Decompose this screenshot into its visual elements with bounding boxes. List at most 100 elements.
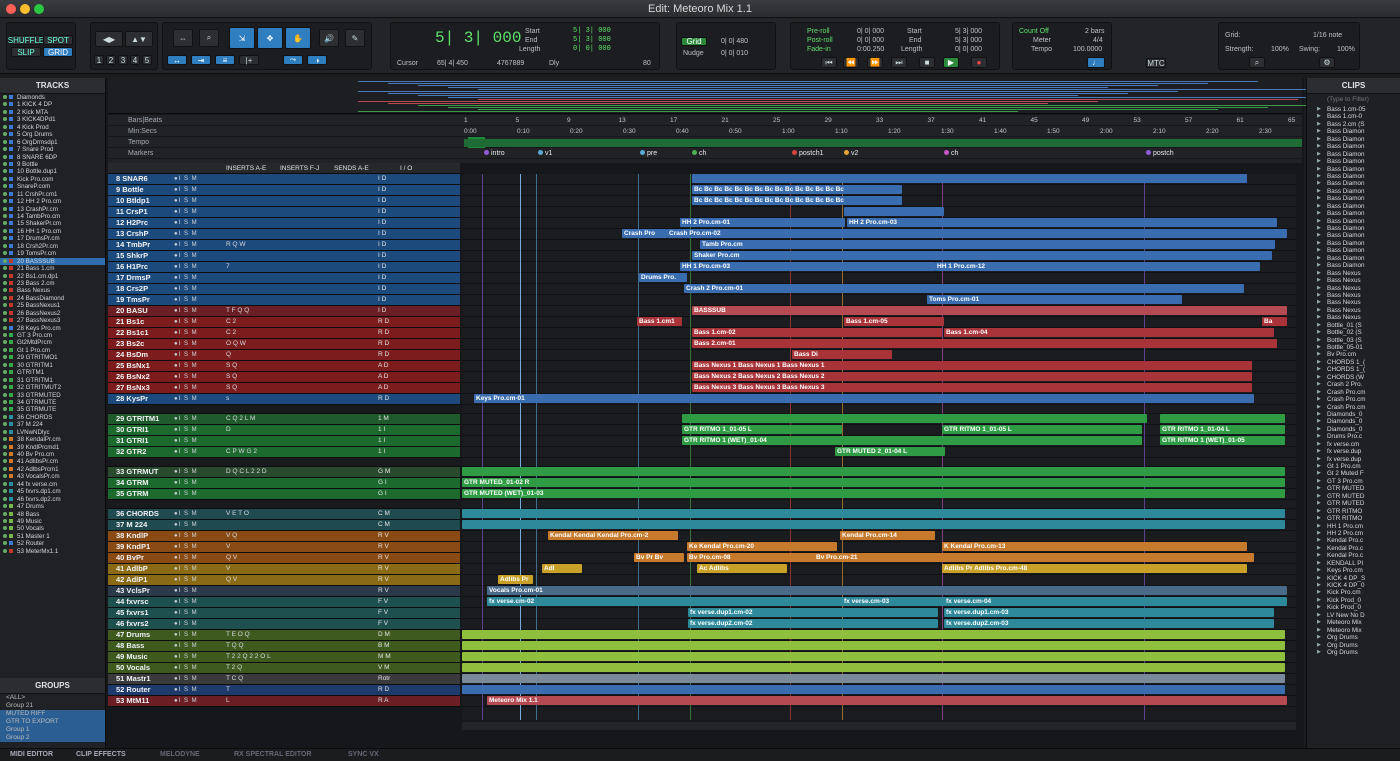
clip-list-item[interactable]: Kick Pro.cm: [1307, 589, 1400, 596]
track-record-solo-mute-buttons[interactable]: ●I S M: [174, 630, 198, 640]
track-header[interactable]: 51 Mastr1 ●I S M T C Q Rotr: [108, 674, 460, 685]
track-header[interactable]: 36 CHORDS ●I S M V E T O C M: [108, 509, 460, 520]
track-visible-icon[interactable]: [3, 295, 7, 300]
marker[interactable]: postch: [1146, 148, 1174, 159]
audio-clip[interactable]: BASSSUB: [692, 306, 1287, 315]
audio-clip[interactable]: Ac Adlibs: [697, 564, 787, 573]
play-button[interactable]: ▶: [943, 57, 959, 68]
track-visible-icon[interactable]: [3, 228, 7, 233]
track-visible-icon[interactable]: [3, 347, 7, 352]
audio-clip[interactable]: Vocals Pro.cm-01: [487, 586, 1287, 595]
track-header[interactable]: 32 GTR2 ●I S M C P W G 2 1 I: [108, 447, 460, 458]
horizontal-scrollbar[interactable]: [462, 722, 1296, 730]
track-visible-icon[interactable]: [3, 355, 7, 360]
track-name[interactable]: 41 AdlbP: [116, 564, 148, 574]
track-visible-icon[interactable]: [3, 474, 7, 479]
clip-list-item[interactable]: Diamonds_0: [1307, 418, 1400, 425]
marker[interactable]: v2: [844, 148, 858, 159]
audio-clip[interactable]: HH 2 Pro.cm-01: [680, 218, 845, 227]
track-record-solo-mute-buttons[interactable]: ●I S M: [174, 652, 198, 662]
clip-list-item[interactable]: Bass Diamon: [1307, 195, 1400, 202]
track-header[interactable]: 47 Drums ●I S M T E O Q D M: [108, 630, 460, 641]
stop-button[interactable]: ■: [919, 57, 935, 68]
link-icon[interactable]: ↔: [167, 55, 187, 65]
clip-list-item[interactable]: CHORDS 1_(: [1307, 366, 1400, 373]
track-record-solo-mute-buttons[interactable]: ●I S M: [174, 185, 198, 195]
audio-clip[interactable]: Bass 1.cm1: [637, 317, 682, 326]
track-record-solo-mute-buttons[interactable]: ●I S M: [174, 361, 198, 371]
audio-clip[interactable]: Bass Di: [792, 350, 892, 359]
audio-clip[interactable]: Ke Kendal Pro.cm-20: [687, 542, 837, 551]
track-record-solo-mute-buttons[interactable]: ●I S M: [174, 564, 198, 574]
track-io[interactable]: I D: [378, 185, 386, 195]
track-io[interactable]: R V: [378, 575, 389, 585]
track-list-item[interactable]: 27 BassNexus3: [0, 317, 105, 324]
clip-list-item[interactable]: Org Drums: [1307, 649, 1400, 656]
audio-clip[interactable]: [682, 414, 1147, 423]
track-inserts[interactable]: Q V: [226, 553, 237, 563]
track-header[interactable]: 13 CrshP ●I S M I D: [108, 229, 460, 240]
track-record-solo-mute-buttons[interactable]: ●I S M: [174, 425, 198, 435]
track-io[interactable]: R D: [378, 339, 389, 349]
clip-list-item[interactable]: Bass Nexus: [1307, 270, 1400, 277]
track-visible-icon[interactable]: [3, 333, 7, 337]
mtc-button[interactable]: MTC: [1146, 58, 1166, 68]
insertion-follows-icon[interactable]: |+: [239, 55, 259, 65]
track-io[interactable]: G M: [378, 467, 390, 477]
clip-list-item[interactable]: Bass Diamon: [1307, 225, 1400, 232]
track-visible-icon[interactable]: [3, 518, 7, 523]
track-io[interactable]: R V: [378, 553, 389, 563]
track-header[interactable]: 53 MtM11 ●I S M L R A: [108, 696, 460, 707]
track-io[interactable]: G I: [378, 489, 387, 499]
marker[interactable]: pre: [640, 148, 657, 159]
audio-clip[interactable]: GTR RITMO 1_01-05 L: [942, 425, 1142, 434]
audio-clip[interactable]: Bv Pr Bv: [634, 553, 684, 562]
audio-clip[interactable]: Crash Pro: [622, 229, 667, 238]
track-record-solo-mute-buttons[interactable]: ●I S M: [174, 674, 198, 684]
fast-forward-button[interactable]: ⏩: [867, 57, 883, 68]
track-visible-icon[interactable]: [3, 362, 7, 367]
track-visible-icon[interactable]: [3, 258, 7, 263]
track-visible-icon[interactable]: [3, 548, 7, 553]
track-list-item[interactable]: 24 BassDiamond: [0, 295, 105, 302]
track-record-solo-mute-buttons[interactable]: ●I S M: [174, 436, 198, 446]
track-name[interactable]: 34 GTRM: [116, 478, 149, 488]
tempo-bpm-value[interactable]: 100.0000: [1073, 45, 1102, 54]
clip-list-item[interactable]: Bass Diamon: [1307, 262, 1400, 269]
clip-list-item[interactable]: Diamonds_0: [1307, 426, 1400, 433]
clip-list-item[interactable]: Kendal Pro.c: [1307, 552, 1400, 559]
track-list-item[interactable]: 2 Kick MTA: [0, 109, 105, 116]
track-list-item[interactable]: Bass Nexus: [0, 287, 105, 294]
clip-list-item[interactable]: Bottle_05-01: [1307, 344, 1400, 351]
track-record-solo-mute-buttons[interactable]: ●I S M: [174, 207, 198, 217]
track-visible-icon[interactable]: [3, 303, 7, 308]
close-window-button[interactable]: [6, 4, 16, 14]
track-name[interactable]: 9 Bottle: [116, 185, 144, 195]
track-io[interactable]: R V: [378, 586, 389, 596]
grabber-tool-icon[interactable]: ✥: [257, 27, 283, 49]
clip-list-item[interactable]: Kick Prod_0: [1307, 604, 1400, 611]
track-list-item[interactable]: 11 CrshPr.cm1: [0, 191, 105, 198]
track-header[interactable]: 31 GTRI1 ●I S M 1 I: [108, 436, 460, 447]
mirror-midi-icon[interactable]: ≡: [215, 55, 235, 65]
clip-list-item[interactable]: Meteoro Mix: [1307, 627, 1400, 634]
track-record-solo-mute-buttons[interactable]: ●I S M: [174, 447, 198, 457]
track-inserts[interactable]: T: [226, 685, 230, 695]
track-visible-icon[interactable]: [3, 288, 7, 293]
clip-list-item[interactable]: Bottle_02 (S: [1307, 329, 1400, 336]
track-io[interactable]: 1 I: [378, 425, 385, 435]
audio-clip[interactable]: fx verse.dup2.cm-03: [944, 619, 1274, 628]
track-visible-icon[interactable]: [3, 154, 7, 159]
track-io[interactable]: I D: [378, 196, 386, 206]
clip-list-item[interactable]: Bass Diamon: [1307, 218, 1400, 225]
track-inserts[interactable]: C Q 2 L M: [226, 414, 255, 424]
track-header[interactable]: 20 BASU ●I S M T F Q Q I D: [108, 306, 460, 317]
zoom-preset-5[interactable]: 5: [142, 55, 152, 65]
track-visible-icon[interactable]: [3, 161, 7, 166]
marker[interactable]: postch1: [792, 148, 824, 159]
inserts-fj-header[interactable]: INSERTS F-J: [280, 163, 319, 174]
track-record-solo-mute-buttons[interactable]: ●I S M: [174, 339, 198, 349]
clip-list-item[interactable]: Meteoro Mix: [1307, 619, 1400, 626]
clip-list-item[interactable]: Bass Nexus: [1307, 277, 1400, 284]
track-io[interactable]: I D: [378, 207, 386, 217]
